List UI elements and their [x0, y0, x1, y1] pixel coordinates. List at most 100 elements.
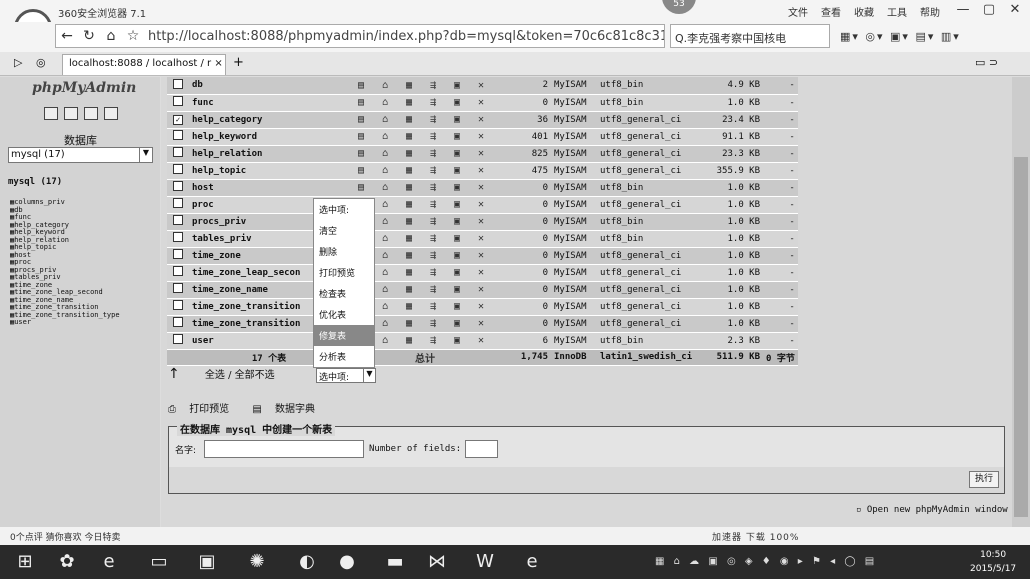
- clock[interactable]: 10:50 2015/5/17: [970, 548, 1016, 576]
- insert-icon[interactable]: ⇶: [421, 179, 445, 197]
- refresh-icon[interactable]: ↻: [78, 28, 100, 44]
- query-icon[interactable]: [64, 107, 78, 120]
- row-checkbox[interactable]: [173, 78, 183, 89]
- row-checkbox[interactable]: [173, 266, 183, 276]
- insert-icon[interactable]: ⇶: [421, 247, 445, 265]
- browse-icon[interactable]: ▤: [349, 94, 373, 112]
- sidebar-toggle-icon[interactable]: ▷: [14, 56, 22, 69]
- search-icon[interactable]: ▦: [397, 281, 421, 299]
- row-checkbox[interactable]: [173, 249, 183, 259]
- browse-icon[interactable]: ▤: [349, 145, 373, 163]
- notification-badge[interactable]: 53: [662, 0, 696, 14]
- drop-icon[interactable]: ✕: [469, 213, 493, 231]
- empty-icon[interactable]: ▣: [445, 315, 469, 333]
- toolbar-icons[interactable]: ▦▾ ◎▾ ▣▾ ▤▾ ▥▾: [840, 30, 961, 43]
- context-menu-optimize[interactable]: 优化表: [314, 304, 374, 325]
- row-checkbox[interactable]: [173, 147, 183, 157]
- home-icon[interactable]: [44, 107, 58, 120]
- drop-icon[interactable]: ✕: [469, 111, 493, 129]
- store-icon[interactable]: ▣: [190, 549, 224, 575]
- menu-help[interactable]: 帮助: [920, 4, 940, 19]
- drop-icon[interactable]: ✕: [469, 196, 493, 214]
- table-name-cell[interactable]: help_topic: [189, 162, 349, 180]
- drop-icon[interactable]: ✕: [469, 264, 493, 282]
- tab-close-icon[interactable]: ×: [214, 58, 222, 69]
- search-icon[interactable]: ▦: [397, 247, 421, 265]
- empty-icon[interactable]: ▣: [445, 111, 469, 129]
- row-checkbox[interactable]: [173, 96, 183, 106]
- scrollbar-thumb[interactable]: [1014, 157, 1028, 517]
- structure-icon[interactable]: ⌂: [373, 162, 397, 180]
- status-left[interactable]: 0个点评 猜你喜欢 今日特卖: [10, 530, 120, 543]
- row-checkbox[interactable]: [173, 215, 183, 225]
- search-input[interactable]: Q.李克强考察中国核电: [670, 24, 830, 48]
- table-name-cell[interactable]: help_keyword: [189, 128, 349, 146]
- restore-tab-icon[interactable]: ◎: [36, 56, 46, 69]
- row-checkbox[interactable]: [173, 181, 183, 191]
- sidebar-table-item[interactable]: columns_priv: [10, 198, 120, 207]
- media-icon[interactable]: ◐: [290, 549, 324, 575]
- empty-icon[interactable]: ▣: [445, 94, 469, 112]
- insert-icon[interactable]: ⇶: [421, 162, 445, 180]
- row-checkbox[interactable]: [173, 198, 183, 208]
- sql-icon[interactable]: [104, 107, 118, 120]
- drop-icon[interactable]: ✕: [469, 298, 493, 316]
- browser-taskbar-icon[interactable]: e: [515, 549, 549, 575]
- table-name-cell[interactable]: help_relation: [189, 145, 349, 163]
- search-icon[interactable]: ▦: [397, 128, 421, 146]
- drop-icon[interactable]: ✕: [469, 145, 493, 163]
- row-checkbox[interactable]: [173, 283, 183, 293]
- insert-icon[interactable]: ⇶: [421, 111, 445, 129]
- close-icon[interactable]: ✕: [1002, 0, 1028, 20]
- search-icon[interactable]: ▦: [397, 315, 421, 333]
- row-checkbox[interactable]: [173, 164, 183, 174]
- search-icon[interactable]: ▦: [397, 298, 421, 316]
- search-icon[interactable]: ▦: [397, 264, 421, 282]
- drop-icon[interactable]: ✕: [469, 94, 493, 112]
- drop-icon[interactable]: ✕: [469, 179, 493, 197]
- row-checkbox[interactable]: ✓: [173, 114, 183, 125]
- insert-icon[interactable]: ⇶: [421, 213, 445, 231]
- context-menu-check[interactable]: 检查表: [314, 283, 374, 304]
- fields-count-input[interactable]: [465, 440, 498, 458]
- browse-icon[interactable]: ▤: [349, 111, 373, 129]
- database-name[interactable]: mysql (17): [8, 177, 62, 187]
- empty-icon[interactable]: ▣: [445, 298, 469, 316]
- maximize-icon[interactable]: ▢: [976, 0, 1002, 20]
- system-tray[interactable]: ▦ ⌂ ☁ ▣ ◎ ◈ ♦ ◉ ▸ ⚑ ◂ ◯ ▤: [655, 556, 877, 567]
- visual-studio-icon[interactable]: ⋈: [420, 549, 454, 575]
- pma-logo[interactable]: phpMyAdmin: [32, 80, 136, 96]
- search-icon[interactable]: ▦: [397, 77, 421, 95]
- table-name-cell[interactable]: host: [189, 179, 349, 197]
- empty-icon[interactable]: ▣: [445, 247, 469, 265]
- empty-icon[interactable]: ▣: [445, 281, 469, 299]
- back-icon[interactable]: ←: [56, 28, 78, 44]
- search-icon[interactable]: ▦: [397, 145, 421, 163]
- table-name-input[interactable]: [204, 440, 364, 458]
- structure-icon[interactable]: ⌂: [373, 264, 397, 282]
- table-name-cell[interactable]: func: [189, 94, 349, 112]
- insert-icon[interactable]: ⇶: [421, 94, 445, 112]
- drop-icon[interactable]: ✕: [469, 332, 493, 350]
- drop-icon[interactable]: ✕: [469, 230, 493, 248]
- row-checkbox[interactable]: [173, 232, 183, 242]
- data-dictionary-link[interactable]: ▤ 数据字典: [252, 404, 325, 415]
- cmd-icon[interactable]: ▬: [378, 549, 412, 575]
- search-icon[interactable]: ▦: [397, 179, 421, 197]
- browse-icon[interactable]: ▤: [349, 77, 373, 95]
- context-menu-repair[interactable]: 修复表: [314, 325, 374, 346]
- vertical-scrollbar[interactable]: [1012, 77, 1030, 527]
- empty-icon[interactable]: ▣: [445, 196, 469, 214]
- menu-view[interactable]: 查看: [821, 4, 841, 19]
- search-icon[interactable]: ▦: [397, 196, 421, 214]
- docs-icon[interactable]: [84, 107, 98, 120]
- drop-icon[interactable]: ✕: [469, 315, 493, 333]
- home-icon[interactable]: ⌂: [100, 28, 122, 44]
- search-icon[interactable]: ▦: [397, 94, 421, 112]
- structure-icon[interactable]: ⌂: [373, 77, 397, 95]
- settings-icon[interactable]: ✺: [240, 549, 274, 575]
- row-checkbox[interactable]: [173, 130, 183, 140]
- empty-icon[interactable]: ▣: [445, 162, 469, 180]
- search-icon[interactable]: ▦: [397, 162, 421, 180]
- empty-icon[interactable]: ▣: [445, 213, 469, 231]
